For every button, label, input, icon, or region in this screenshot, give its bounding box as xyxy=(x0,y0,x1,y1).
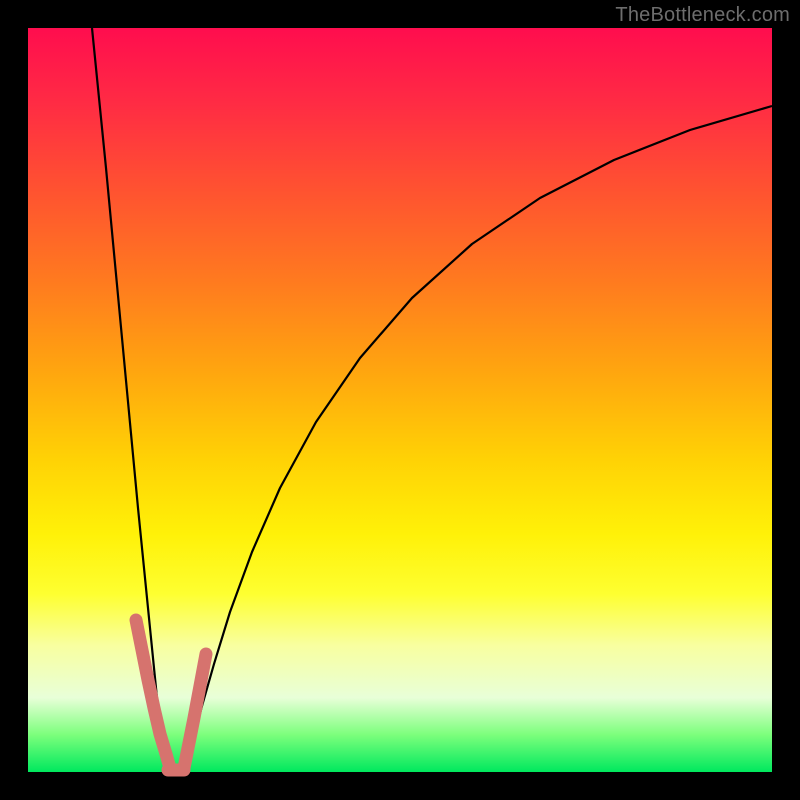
series-left-curve xyxy=(92,28,170,770)
chart-frame: TheBottleneck.com xyxy=(0,0,800,800)
watermark-text: TheBottleneck.com xyxy=(615,4,790,27)
series-left-marker-band xyxy=(136,620,170,768)
series-right-marker-band xyxy=(184,654,206,768)
series-right-curve xyxy=(184,106,772,770)
plot-area xyxy=(28,28,772,772)
chart-svg xyxy=(28,28,772,772)
